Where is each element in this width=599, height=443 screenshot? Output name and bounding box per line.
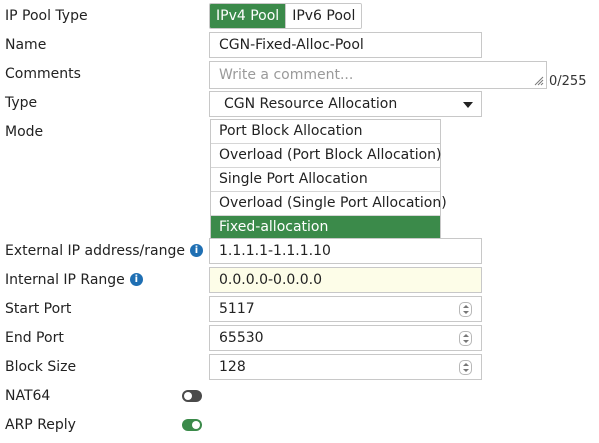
comments-placeholder: Write a comment... <box>219 67 354 83</box>
spinner-icon[interactable] <box>459 302 472 317</box>
block-size-value: 128 <box>219 359 246 375</box>
internal-ip-label-text: Internal IP Range <box>5 272 125 288</box>
comments-label: Comments <box>5 66 81 82</box>
start-port-input[interactable]: 5117 <box>209 296 482 322</box>
end-port-value: 65530 <box>219 330 264 346</box>
mode-option-single-port[interactable]: Single Port Allocation <box>211 168 440 192</box>
mode-option-fixed-allocation[interactable]: Fixed-allocation <box>211 216 440 239</box>
spinner-icon[interactable] <box>459 331 472 346</box>
chevron-down-icon <box>463 102 473 108</box>
name-input[interactable]: CGN-Fixed-Alloc-Pool <box>209 32 482 58</box>
toggle-knob <box>184 392 192 400</box>
nat64-toggle[interactable] <box>182 390 202 402</box>
spinner-icon[interactable] <box>459 360 472 375</box>
arp-reply-toggle[interactable] <box>182 419 202 431</box>
type-select-value: CGN Resource Allocation <box>224 96 398 112</box>
start-port-value: 5117 <box>219 301 255 317</box>
external-ip-label-text: External IP address/range <box>5 243 185 259</box>
ip-pool-type-toggle: IPv4 Pool IPv6 Pool <box>209 3 363 29</box>
name-label: Name <box>5 37 47 53</box>
end-port-input[interactable]: 65530 <box>209 325 482 351</box>
block-size-label: Block Size <box>5 359 77 375</box>
end-port-label: End Port <box>5 330 64 346</box>
start-port-label: Start Port <box>5 301 72 317</box>
nat64-label: NAT64 <box>5 388 51 404</box>
mode-option-overload-port-block[interactable]: Overload (Port Block Allocation) <box>211 144 442 168</box>
type-label: Type <box>5 95 38 111</box>
resize-grip-icon[interactable] <box>534 76 544 86</box>
toggle-knob <box>192 421 200 429</box>
info-icon[interactable]: i <box>189 243 203 257</box>
arp-reply-label: ARP Reply <box>5 417 76 433</box>
mode-option-overload-single-port[interactable]: Overload (Single Port Allocation) <box>211 192 447 216</box>
internal-ip-label: Internal IP Range i <box>5 269 143 291</box>
mode-option-port-block[interactable]: Port Block Allocation <box>211 120 440 144</box>
external-ip-input[interactable]: 1.1.1.1-1.1.1.10 <box>209 238 482 264</box>
ipv4-pool-button[interactable]: IPv4 Pool <box>210 4 286 28</box>
comments-counter: 0/255 <box>549 74 587 89</box>
internal-ip-input[interactable]: 0.0.0.0-0.0.0.0 <box>209 267 482 293</box>
comments-textarea[interactable]: Write a comment... <box>209 61 547 89</box>
mode-label: Mode <box>5 124 44 140</box>
ipv6-pool-button[interactable]: IPv6 Pool <box>285 4 362 28</box>
ip-pool-type-label: IP Pool Type <box>5 8 88 24</box>
external-ip-label: External IP address/range i <box>5 240 203 262</box>
mode-list: Port Block Allocation Overload (Port Blo… <box>210 119 447 240</box>
type-select[interactable]: CGN Resource Allocation <box>209 91 482 117</box>
info-icon[interactable]: i <box>129 272 143 286</box>
block-size-input[interactable]: 128 <box>209 354 482 380</box>
